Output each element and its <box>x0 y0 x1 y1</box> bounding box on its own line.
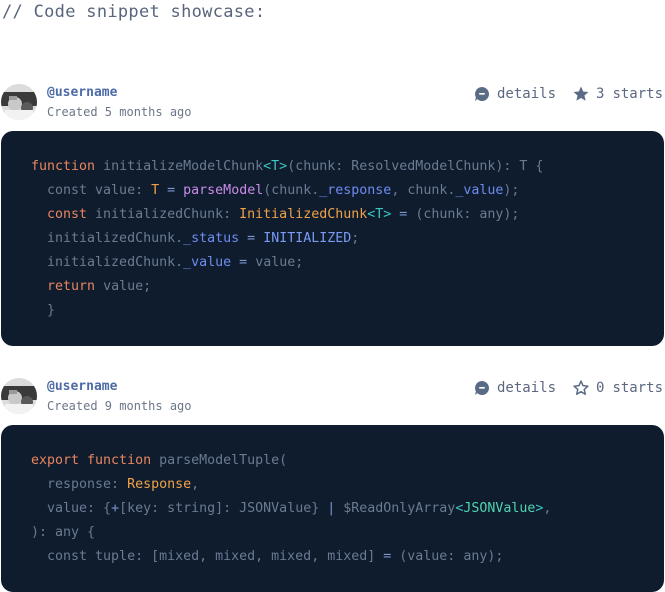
code-token: initializedChunk. <box>31 255 184 270</box>
stars-label: starts <box>612 380 664 396</box>
stars-count: 3 <box>596 86 605 102</box>
code-line: ): any { <box>31 521 664 545</box>
code-token: = <box>247 231 256 246</box>
comment-icon <box>475 381 489 395</box>
username-link[interactable]: @username <box>47 85 117 100</box>
code-token: function <box>31 159 104 174</box>
code-line: value: {+[key: string]: JSONValue} | $Re… <box>31 497 664 521</box>
code-line: initializedChunk._status = INITIALIZED; <box>31 227 664 251</box>
code-token: [key: string]: JSONValue} <box>119 501 328 516</box>
code-token: + <box>111 501 120 516</box>
stars-count: 0 <box>596 380 605 396</box>
code-token: ): any { <box>31 525 96 540</box>
code-line: } <box>31 299 664 323</box>
star-filled-icon <box>573 86 589 101</box>
avatar-image <box>1 378 37 414</box>
code-token: = <box>239 255 248 270</box>
code-line: export function parseModelTuple( <box>31 449 664 473</box>
code-line: const value: T = parseModel(chunk._respo… <box>31 179 664 203</box>
code-token: _value <box>183 255 232 270</box>
snippet-header-1: @username Created 5 months ago details 3… <box>0 84 665 128</box>
code-token: return <box>31 279 104 294</box>
code-token: , <box>191 477 200 492</box>
avatar[interactable] <box>1 378 37 414</box>
code-token: , chunk. <box>391 183 456 198</box>
code-token: initializedChunk. <box>31 231 184 246</box>
code-line: initializedChunk._value = value; <box>31 251 664 275</box>
code-token: (value: any); <box>391 549 504 564</box>
code-token: JSONValue <box>463 501 536 516</box>
code-token: $ReadOnlyArray <box>335 501 456 516</box>
code-token: initializedChunk: <box>95 207 240 222</box>
code-token: ; <box>351 231 360 246</box>
code-token: const <box>31 207 96 222</box>
code-token: const tuple: [mixed, mixed, mixed, mixed… <box>31 549 384 564</box>
star-button[interactable]: 0 starts <box>572 378 663 398</box>
star-button[interactable]: 3 starts <box>572 84 663 104</box>
code-token: _status <box>183 231 240 246</box>
code-token: _value <box>455 183 504 198</box>
code-token: <T> <box>263 159 288 174</box>
code-token: _response <box>319 183 392 198</box>
code-token: , <box>543 501 552 516</box>
code-line: const tuple: [mixed, mixed, mixed, mixed… <box>31 545 664 569</box>
code-line: response: Response, <box>31 473 664 497</box>
code-token: = <box>167 183 176 198</box>
code-block-2[interactable]: export function parseModelTuple( respons… <box>1 425 664 592</box>
code-token: const value: <box>31 183 152 198</box>
code-token: initializeModelChunk <box>103 159 264 174</box>
code-token: (chunk: ResolvedModelChunk): T { <box>287 159 544 174</box>
comment-icon <box>475 87 489 101</box>
code-token: export function <box>31 453 160 468</box>
code-token: value; <box>103 279 152 294</box>
code-token: value; <box>247 255 304 270</box>
code-token: response: <box>31 477 128 492</box>
code-token: T <box>151 183 160 198</box>
code-token: InitializedChunk <box>239 207 368 222</box>
code-token: (chunk. <box>263 183 320 198</box>
code-line: const initializedChunk: InitializedChunk… <box>31 203 664 227</box>
stars-label: starts <box>612 86 664 102</box>
code-block-1[interactable]: function initializeModelChunk<T>(chunk: … <box>1 131 664 346</box>
avatar[interactable] <box>1 84 37 120</box>
code-token: INITIALIZED <box>263 231 352 246</box>
created-timestamp: Created 9 months ago <box>47 399 192 413</box>
details-button[interactable]: details <box>474 378 556 398</box>
created-timestamp: Created 5 months ago <box>47 105 192 119</box>
code-line: function initializeModelChunk<T>(chunk: … <box>31 155 664 179</box>
code-token: } <box>31 303 56 318</box>
star-outline-icon <box>573 380 589 395</box>
code-token: value: { <box>31 501 112 516</box>
username-link[interactable]: @username <box>47 379 117 394</box>
code-token: ); <box>503 183 520 198</box>
details-button[interactable]: details <box>474 84 556 104</box>
code-token: (chunk: any); <box>407 207 520 222</box>
details-label: details <box>497 380 557 396</box>
code-token: <T> <box>367 207 392 222</box>
details-label: details <box>497 86 557 102</box>
code-token: parseModelTuple( <box>159 453 288 468</box>
code-token: parseModel <box>183 183 264 198</box>
code-token: Response <box>127 477 192 492</box>
page-heading: // Code snippet showcase: <box>2 2 266 22</box>
code-line: return value; <box>31 275 664 299</box>
snippet-header-2: @username Created 9 months ago details 0… <box>0 378 665 422</box>
avatar-image <box>1 84 37 120</box>
